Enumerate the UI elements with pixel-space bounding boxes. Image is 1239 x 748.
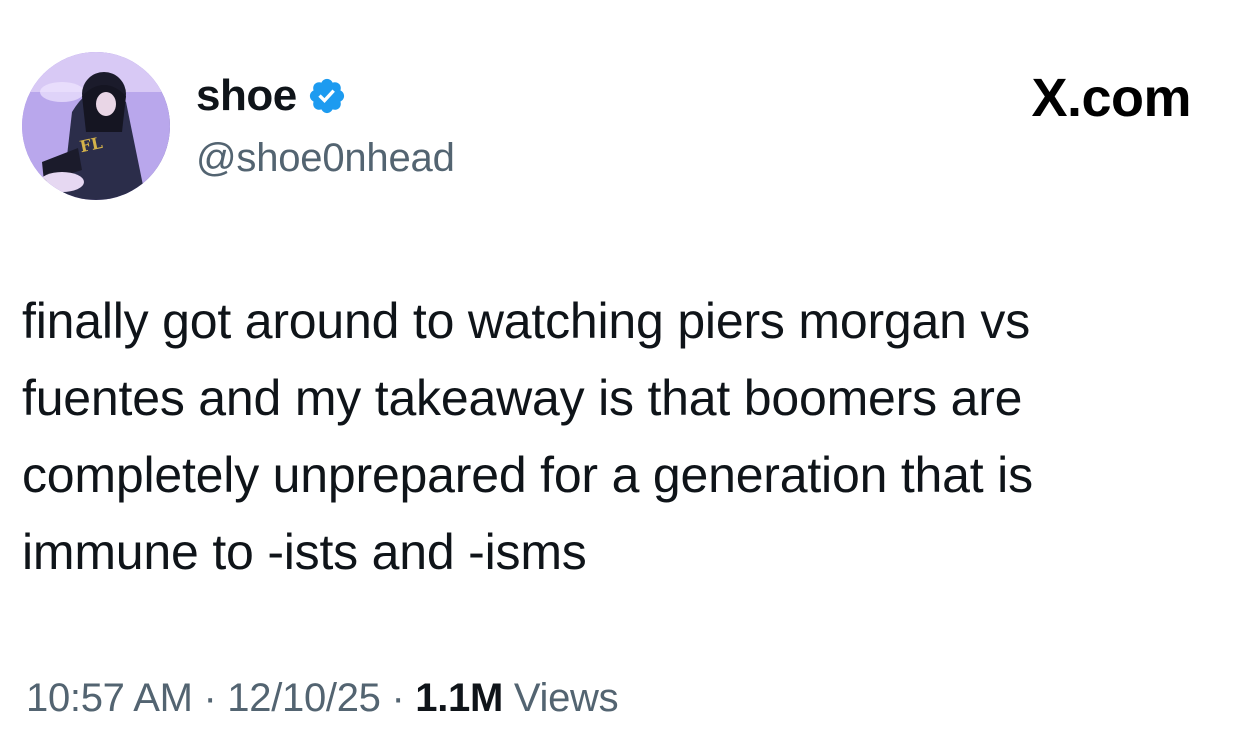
tweet-line: completely unprepared for a generation t… <box>22 447 1033 503</box>
meta-separator: · <box>203 676 217 720</box>
verified-badge-icon <box>307 76 347 116</box>
avatar-image: FL <box>22 52 170 200</box>
tweet-line: finally got around to watching piers mor… <box>22 293 1031 349</box>
author-name-row[interactable]: shoe <box>196 68 347 124</box>
tweet-line: immune to -ists and -isms <box>22 524 587 580</box>
views-label: Views <box>513 676 619 720</box>
tweet-meta: 10:57 AM · 12/10/25 · 1.1M Views <box>26 672 619 724</box>
tweet-line: fuentes and my takeaway is that boomers … <box>22 370 1023 426</box>
tweet-date[interactable]: 12/10/25 <box>227 676 381 720</box>
views-count[interactable]: 1.1M <box>415 676 503 720</box>
avatar[interactable]: FL <box>22 52 170 200</box>
tweet-time[interactable]: 10:57 AM <box>26 676 193 720</box>
author-display-name[interactable]: shoe <box>196 68 297 124</box>
tweet-text: finally got around to watching piers mor… <box>22 283 1212 591</box>
brand-label: X.com <box>1031 68 1191 128</box>
meta-separator: · <box>391 676 405 720</box>
author-handle[interactable]: @shoe0nhead <box>196 132 455 184</box>
